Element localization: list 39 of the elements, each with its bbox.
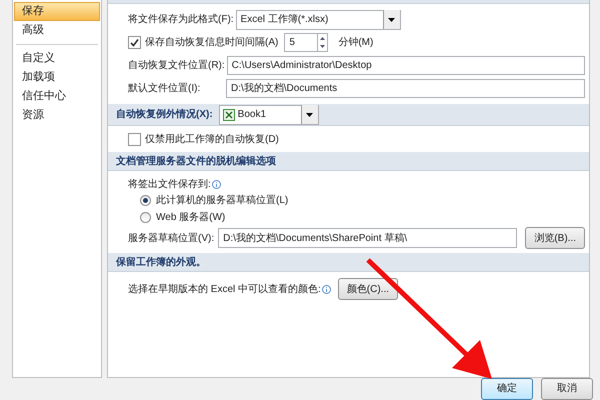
field-label: 选择在早期版本的 Excel 中可以查看的颜色: <box>128 282 321 296</box>
sidebar-item[interactable]: 自定义 <box>14 49 100 68</box>
caret-icon <box>306 112 314 116</box>
sidebar-item[interactable]: 信任中心 <box>14 87 100 106</box>
ok-button[interactable]: 确定 <box>481 378 533 400</box>
cancel-button[interactable]: 取消 <box>541 378 593 400</box>
spreadsheet-icon <box>222 108 235 120</box>
sidebar-item[interactable]: 保存 <box>14 2 100 21</box>
field-label: 将签出文件保存到: <box>128 178 211 192</box>
sidebar-item[interactable]: 高级 <box>14 21 100 40</box>
radio-label: 此计算机的服务器草稿位置(L) <box>156 194 288 208</box>
caret-icon <box>388 18 396 22</box>
colors-button[interactable]: 颜色(C)... <box>338 278 398 300</box>
section-header: 自动恢复例外情况(X): <box>116 108 214 122</box>
browse-button[interactable]: 浏览(B)... <box>525 227 585 249</box>
path-field[interactable]: D:\我的文档\Documents\SharePoint 草稿\ <box>218 228 518 248</box>
sidebar-item[interactable]: 加载项 <box>14 68 100 87</box>
radio-label: Web 服务器(W) <box>156 211 226 225</box>
interval-spinner[interactable]: 5 <box>284 33 328 52</box>
field-label: 默认文件位置(I): <box>128 82 202 96</box>
workbook-select[interactable]: Book1 <box>218 104 319 124</box>
section-header: 文档管理服务器文件的脱机编辑选项 <box>116 154 276 168</box>
unit-label: 分钟(M) <box>338 36 374 50</box>
radio-button[interactable] <box>140 195 151 206</box>
path-field[interactable]: D:\我的文档\Documents <box>226 79 585 98</box>
format-select[interactable]: Excel 工作簿(*.xlsx) <box>236 10 401 30</box>
radio-button[interactable] <box>140 212 151 223</box>
info-icon <box>322 284 331 294</box>
field-label: 将文件保存为此格式(F): <box>128 12 235 27</box>
path-field[interactable]: C:\Users\Administrator\Desktop <box>226 56 585 75</box>
checkbox[interactable] <box>128 36 141 49</box>
field-label: 服务器草稿位置(V): <box>128 232 216 246</box>
checkbox-label: 仅禁用此工作簿的自动恢复(D) <box>145 132 279 146</box>
section-header: 保留工作簿的外观。 <box>116 256 206 270</box>
field-label: 自动恢复文件位置(R): <box>128 58 226 73</box>
checkbox[interactable] <box>128 132 141 146</box>
info-icon <box>212 180 221 188</box>
sidebar-item[interactable]: 资源 <box>14 106 100 125</box>
checkbox-label: 保存自动恢复信息时间间隔(A) <box>145 36 280 50</box>
